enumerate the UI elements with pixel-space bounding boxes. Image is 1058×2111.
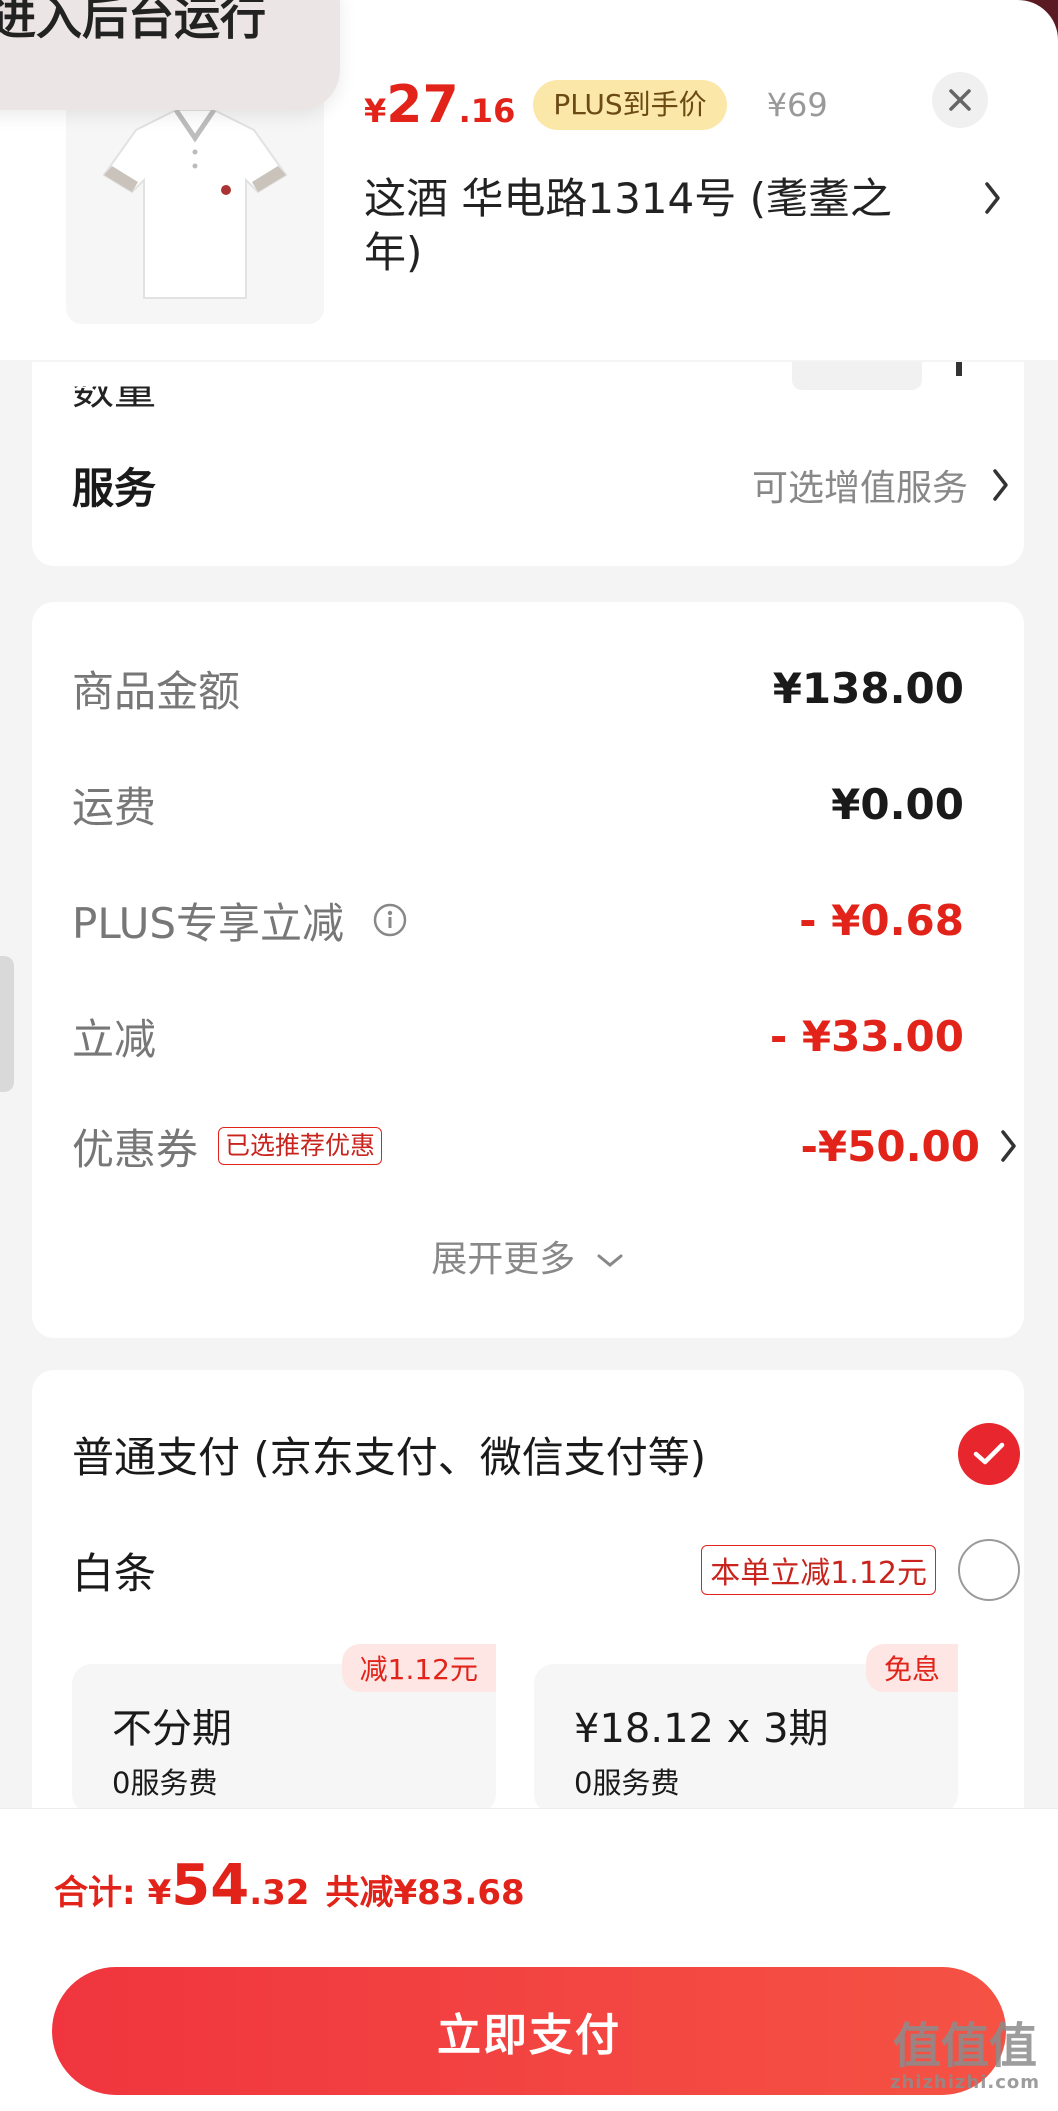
baitiao-label: 白条 xyxy=(72,1548,157,1598)
coupon-value: -¥50.00 xyxy=(800,1121,980,1171)
shipping-row: 运费 ¥0.00 xyxy=(72,774,982,834)
total-saved: 共减¥83.68 xyxy=(325,1873,525,1913)
normal-payment-option[interactable]: 普通支付 (京东支付、微信支付等) xyxy=(72,1414,1020,1494)
pay-now-label: 立即支付 xyxy=(437,2010,621,2061)
chevron-right-icon xyxy=(993,469,1008,501)
plan-title: 不分期 xyxy=(112,1706,232,1752)
plus-discount-row: PLUS专享立减 - ¥0.68 xyxy=(72,890,982,950)
service-row[interactable]: 服务 可选增值服务 xyxy=(72,452,1012,518)
normal-payment-label: 普通支付 (京东支付、微信支付等) xyxy=(72,1432,707,1482)
plus-discount-label: PLUS专享立减 xyxy=(72,898,345,948)
site-watermark: 值值值 zhizhizhi.com xyxy=(890,2020,1040,2093)
total-decimal: .32 xyxy=(249,1873,310,1913)
close-button[interactable] xyxy=(932,72,988,128)
plan-no-installment[interactable]: 减1.12元 不分期 0服务费 xyxy=(72,1644,496,1814)
instant-discount-row: 立减 - ¥33.00 xyxy=(72,1006,982,1066)
chevron-right-icon xyxy=(1001,1130,1016,1162)
plan-tag: 减1.12元 xyxy=(341,1644,496,1692)
background-run-text: 进入后台运行 xyxy=(0,0,266,45)
price-row: ¥ 27 .16 PLUS到手价 ¥69 xyxy=(364,70,828,140)
price-breakdown-card: 商品金额 ¥138.00 运费 ¥0.00 PLUS专享立减 - ¥0.68 立… xyxy=(32,602,1024,1338)
price-decimal: .16 xyxy=(458,92,516,130)
checkout-page: 进入后台运行 ¥ 27 .16 PLUS到手价 ¥69 这酒 华电路1314号 … xyxy=(0,0,1058,2111)
info-icon[interactable] xyxy=(372,902,408,938)
address-row[interactable]: 这酒 华电路1314号 (耄耋之年) xyxy=(364,172,1004,280)
plus-discount-value: - ¥0.68 xyxy=(799,895,964,945)
watermark-url: zhizhizhi.com xyxy=(889,2072,1040,2093)
expand-more-button[interactable]: 展开更多 xyxy=(32,1230,1024,1282)
order-options-card: 数量 服务 可选增值服务 xyxy=(32,362,1024,566)
baitiao-promo-tag: 本单立减1.12元 xyxy=(701,1545,936,1595)
close-icon xyxy=(949,89,971,111)
pay-now-button[interactable]: 立即支付 xyxy=(52,1967,1006,2095)
expand-more-label: 展开更多 xyxy=(431,1239,576,1280)
quantity-plus-button[interactable] xyxy=(956,362,962,376)
plan-fee: 0服务费 xyxy=(112,1766,218,1800)
goods-amount-value: ¥138.00 xyxy=(772,663,964,713)
delivery-address: 这酒 华电路1314号 (耄耋之年) xyxy=(364,174,892,277)
total-integer: 54 xyxy=(171,1853,250,1918)
plus-price-badge: PLUS到手价 xyxy=(533,80,727,130)
price-currency: ¥ xyxy=(364,92,387,130)
baitiao-option[interactable]: 白条 本单立减1.12元 xyxy=(72,1530,1020,1610)
background-run-toast: 进入后台运行 xyxy=(0,0,340,110)
chevron-down-icon xyxy=(597,1254,623,1267)
shipping-value: ¥0.00 xyxy=(831,779,964,829)
quantity-stepper[interactable] xyxy=(792,362,922,390)
unselected-radio[interactable] xyxy=(958,1539,1020,1601)
goods-amount-label: 商品金额 xyxy=(72,666,241,716)
instant-discount-value: - ¥33.00 xyxy=(769,1011,964,1061)
plan-tag: 免息 xyxy=(865,1644,958,1692)
shipping-label: 运费 xyxy=(72,782,157,832)
total-currency: ¥ xyxy=(147,1873,172,1913)
plan-title: ¥18.12 x 3期 xyxy=(574,1706,829,1752)
total-row: 合计: ¥ 54 .32 共减¥83.68 xyxy=(54,1853,525,1918)
selected-check-icon[interactable] xyxy=(958,1423,1020,1485)
goods-amount-row: 商品金额 ¥138.00 xyxy=(72,658,982,718)
plan-fee: 0服务费 xyxy=(574,1766,680,1800)
original-price: ¥69 xyxy=(766,86,828,124)
plan-3-installments[interactable]: 免息 ¥18.12 x 3期 0服务费 xyxy=(534,1644,958,1814)
total-label: 合计: xyxy=(54,1873,136,1913)
instant-discount-label: 立减 xyxy=(72,1014,157,1064)
quantity-label: 数量 xyxy=(72,365,157,415)
coupon-recommended-tag: 已选推荐优惠 xyxy=(218,1127,383,1165)
side-drawer-handle[interactable] xyxy=(0,956,14,1092)
coupon-label: 优惠券 xyxy=(72,1124,199,1174)
service-value: 可选增值服务 xyxy=(751,468,968,509)
plus-price: ¥ 27 .16 xyxy=(364,75,515,135)
watermark-logo: 值值值 xyxy=(892,2018,1037,2074)
coupon-row[interactable]: 优惠券 已选推荐优惠 -¥50.00 xyxy=(72,1116,1020,1176)
service-label: 服务 xyxy=(72,463,157,513)
price-integer: 27 xyxy=(386,75,459,135)
chevron-right-icon xyxy=(985,182,1000,214)
